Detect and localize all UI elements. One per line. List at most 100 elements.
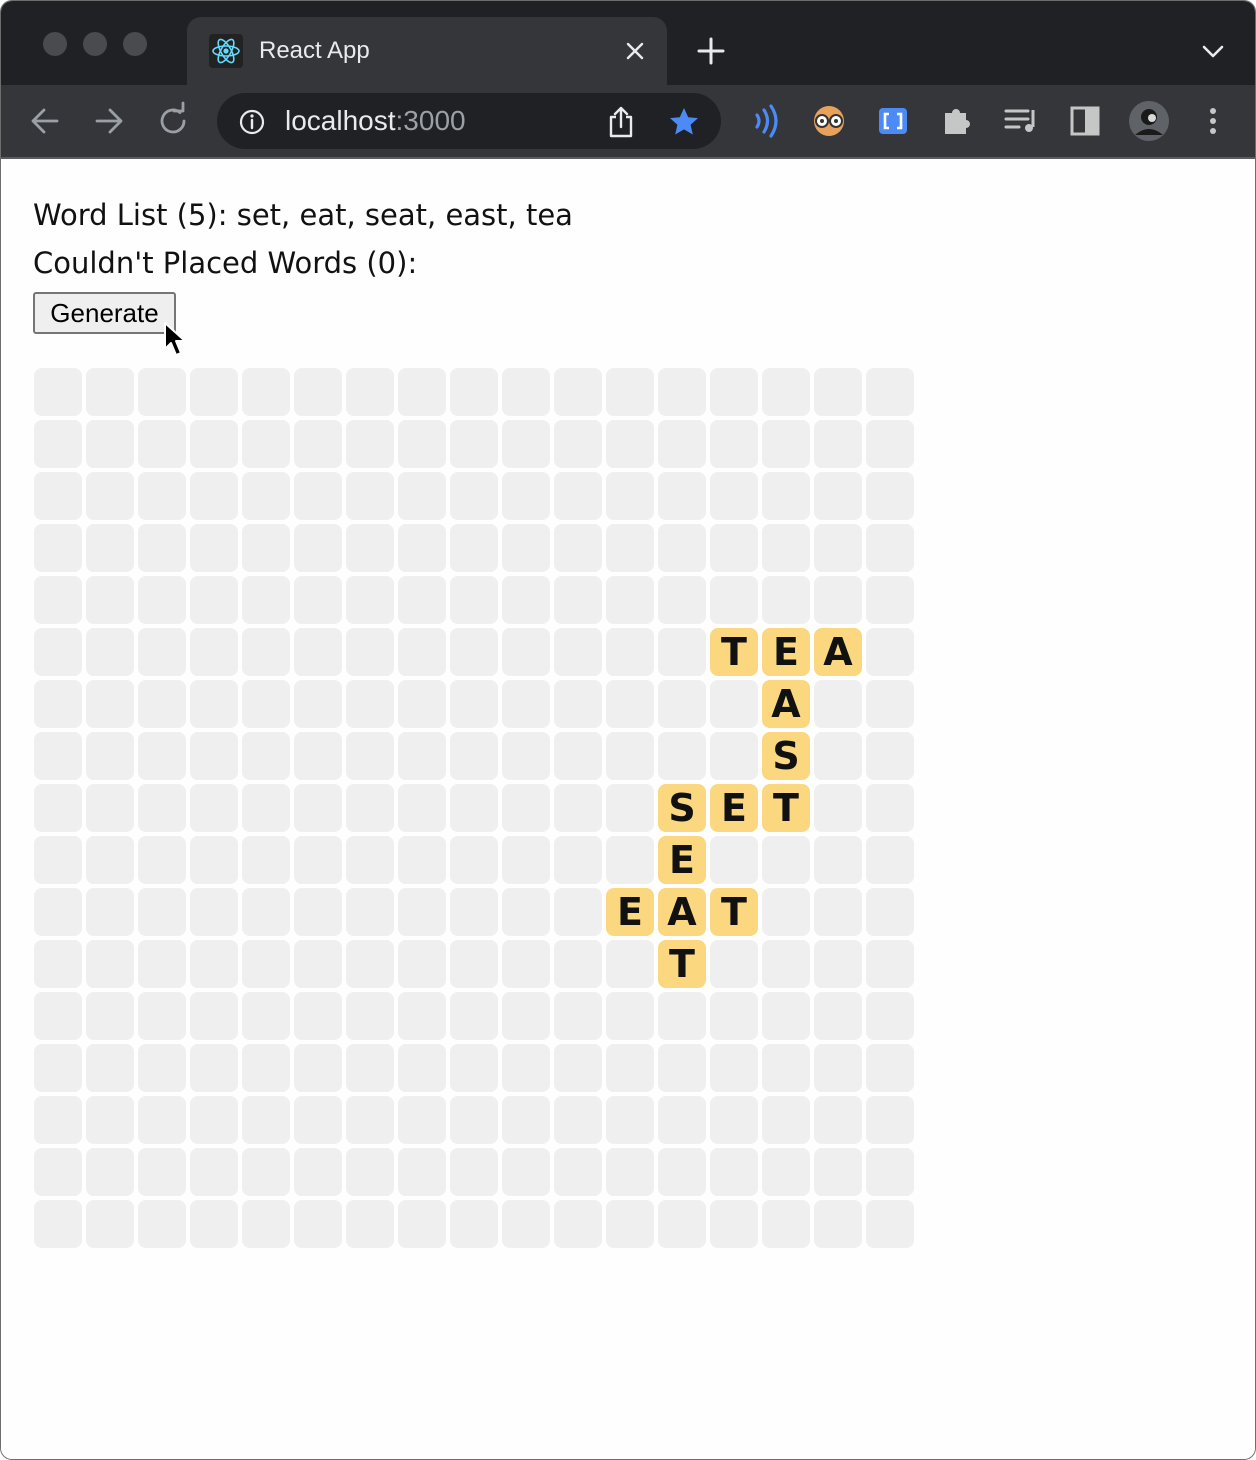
empty-cell bbox=[242, 836, 290, 884]
empty-cell bbox=[398, 888, 446, 936]
puzzle-extensions-icon[interactable] bbox=[935, 99, 979, 143]
empty-cell bbox=[398, 420, 446, 468]
bookmark-star-icon[interactable] bbox=[667, 105, 701, 139]
media-queue-icon[interactable] bbox=[999, 99, 1043, 143]
empty-cell bbox=[814, 836, 862, 884]
empty-cell bbox=[762, 836, 810, 884]
empty-cell bbox=[398, 940, 446, 988]
word-list-text: Word List (5): set, eat, seat, east, tea bbox=[33, 198, 573, 232]
empty-cell bbox=[190, 628, 238, 676]
bracket-extension-icon[interactable] bbox=[871, 99, 915, 143]
letter-tile: T bbox=[710, 888, 758, 936]
empty-cell bbox=[814, 992, 862, 1040]
empty-cell bbox=[398, 836, 446, 884]
letter-tile: E bbox=[710, 784, 758, 832]
reload-icon[interactable] bbox=[153, 101, 193, 141]
empty-cell bbox=[138, 576, 186, 624]
empty-cell bbox=[34, 1148, 82, 1196]
empty-cell bbox=[190, 940, 238, 988]
letter-tile: A bbox=[762, 680, 810, 728]
empty-cell bbox=[814, 524, 862, 572]
empty-cell bbox=[346, 732, 394, 780]
empty-cell bbox=[762, 420, 810, 468]
empty-cell bbox=[34, 680, 82, 728]
empty-cell bbox=[346, 836, 394, 884]
empty-cell bbox=[34, 524, 82, 572]
empty-cell bbox=[190, 1096, 238, 1144]
profile-avatar[interactable] bbox=[1127, 99, 1171, 143]
new-tab-icon[interactable] bbox=[693, 33, 729, 69]
empty-cell bbox=[554, 524, 602, 572]
close-window-button[interactable] bbox=[43, 32, 67, 56]
page-content: Word List (5): set, eat, seat, east, tea… bbox=[1, 159, 1255, 1459]
empty-cell bbox=[762, 1096, 810, 1144]
mouse-pointer-icon bbox=[164, 322, 186, 356]
empty-cell bbox=[398, 1148, 446, 1196]
empty-cell bbox=[554, 368, 602, 416]
empty-cell bbox=[866, 888, 914, 936]
empty-cell bbox=[138, 1200, 186, 1248]
crossword-grid: TEAASSETEEATT bbox=[34, 368, 918, 1252]
zoom-window-button[interactable] bbox=[123, 32, 147, 56]
back-arrow-icon[interactable] bbox=[25, 101, 65, 141]
empty-cell bbox=[190, 992, 238, 1040]
empty-cell bbox=[190, 1148, 238, 1196]
site-info-icon[interactable] bbox=[237, 107, 267, 137]
browser-menu-dots-icon[interactable] bbox=[1191, 99, 1235, 143]
empty-cell bbox=[398, 784, 446, 832]
empty-cell bbox=[346, 784, 394, 832]
empty-cell bbox=[86, 1200, 134, 1248]
empty-cell bbox=[190, 888, 238, 936]
empty-cell bbox=[294, 368, 342, 416]
empty-cell bbox=[86, 940, 134, 988]
empty-cell bbox=[658, 1096, 706, 1144]
generate-button[interactable]: Generate bbox=[33, 292, 176, 334]
tab-react-app[interactable]: React App bbox=[187, 17, 667, 85]
forward-arrow-icon[interactable] bbox=[89, 101, 129, 141]
empty-cell bbox=[658, 576, 706, 624]
empty-cell bbox=[710, 576, 758, 624]
empty-cell bbox=[398, 1044, 446, 1092]
empty-cell bbox=[554, 680, 602, 728]
empty-cell bbox=[762, 888, 810, 936]
empty-cell bbox=[762, 368, 810, 416]
empty-cell bbox=[658, 1044, 706, 1092]
empty-cell bbox=[814, 940, 862, 988]
empty-cell bbox=[86, 732, 134, 780]
empty-cell bbox=[34, 368, 82, 416]
empty-cell bbox=[294, 836, 342, 884]
empty-cell bbox=[34, 1200, 82, 1248]
tab-search-chevron-icon[interactable] bbox=[1197, 37, 1229, 65]
url-port: :3000 bbox=[395, 105, 466, 136]
letter-tile: T bbox=[710, 628, 758, 676]
empty-cell bbox=[710, 732, 758, 780]
glasses-face-extension-icon[interactable] bbox=[807, 99, 851, 143]
minimize-window-button[interactable] bbox=[83, 32, 107, 56]
empty-cell bbox=[762, 1148, 810, 1196]
empty-cell bbox=[346, 472, 394, 520]
empty-cell bbox=[242, 524, 290, 572]
empty-cell bbox=[554, 1148, 602, 1196]
empty-cell bbox=[554, 1044, 602, 1092]
empty-cell bbox=[502, 420, 550, 468]
empty-cell bbox=[398, 628, 446, 676]
empty-cell bbox=[86, 992, 134, 1040]
letter-tile: A bbox=[814, 628, 862, 676]
close-tab-icon[interactable] bbox=[621, 37, 649, 65]
share-icon[interactable] bbox=[605, 105, 637, 139]
empty-cell bbox=[346, 524, 394, 572]
empty-cell bbox=[294, 992, 342, 1040]
url-text[interactable]: localhost:3000 bbox=[285, 104, 466, 138]
address-bar[interactable]: localhost:3000 bbox=[217, 93, 721, 149]
empty-cell bbox=[450, 888, 498, 936]
empty-cell bbox=[502, 836, 550, 884]
empty-cell bbox=[398, 992, 446, 1040]
empty-cell bbox=[866, 524, 914, 572]
empty-cell bbox=[294, 784, 342, 832]
empty-cell bbox=[86, 628, 134, 676]
side-panel-icon[interactable] bbox=[1063, 99, 1107, 143]
letter-tile: T bbox=[762, 784, 810, 832]
empty-cell bbox=[346, 420, 394, 468]
sound-wave-extension-icon[interactable] bbox=[743, 99, 787, 143]
empty-cell bbox=[710, 680, 758, 728]
